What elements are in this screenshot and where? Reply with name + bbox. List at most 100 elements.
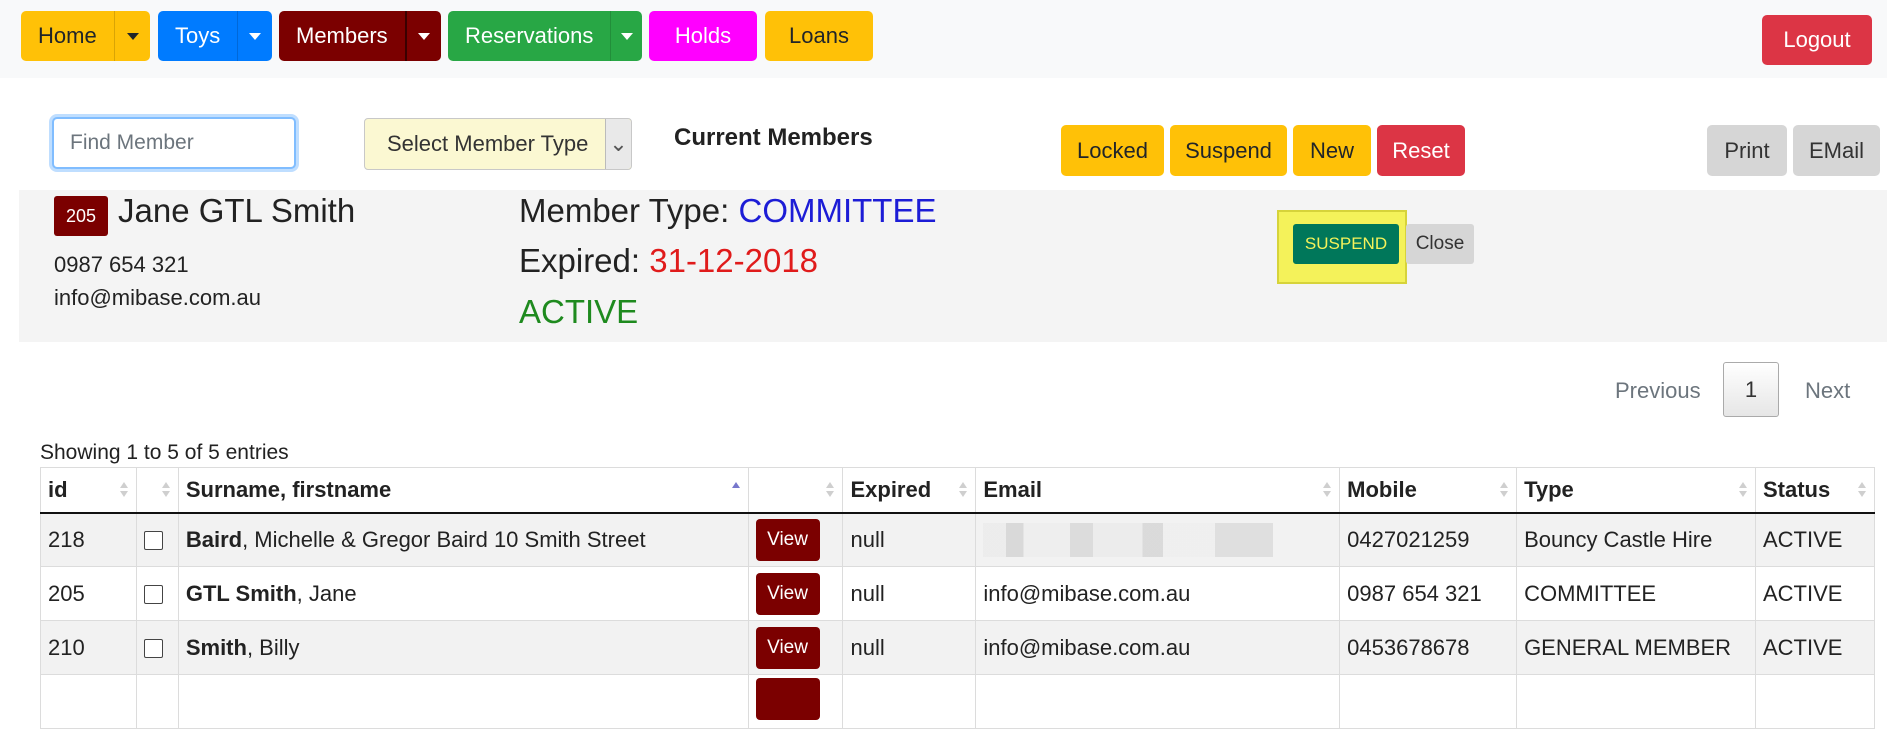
col-header-view[interactable] <box>747 467 844 514</box>
members-table: id Surname, firstname Expired Email Mobi… <box>40 467 1875 729</box>
cell-mobile: 0427021259 <box>1339 512 1518 567</box>
row-checkbox[interactable] <box>143 585 163 605</box>
view-button[interactable]: View <box>755 572 820 615</box>
nav-members-label: Members <box>296 23 388 48</box>
nav-reservations-button[interactable]: Reservations <box>448 11 642 61</box>
chevron-down-icon <box>620 32 633 40</box>
pager-previous[interactable]: Previous <box>1615 378 1701 404</box>
cell-status <box>1755 674 1875 729</box>
logout-button[interactable]: Logout <box>1762 15 1872 65</box>
col-header-expired-label: Expired <box>850 476 932 502</box>
locked-filter-button[interactable]: Locked <box>1061 125 1164 176</box>
member-phone: 0987 654 321 <box>54 252 189 277</box>
close-member-button[interactable]: Close <box>1406 224 1474 264</box>
top-navbar: Home Toys Members Reservations Holds Loa… <box>0 0 1887 78</box>
print-button[interactable]: Print <box>1707 125 1787 176</box>
cell-status: ACTIVE <box>1755 512 1875 567</box>
col-header-expired[interactable]: Expired <box>842 467 977 514</box>
cell-expired: null <box>842 566 977 621</box>
cell-status: ACTIVE <box>1755 566 1875 621</box>
view-button[interactable]: View <box>755 626 820 669</box>
cell-surname: Baird <box>185 526 243 552</box>
col-header-mobile-label: Mobile <box>1347 476 1417 502</box>
nav-holds-label: Holds <box>674 23 732 48</box>
cell-email: info@mibase.com.au <box>975 566 1341 621</box>
cell-name: Smith, Billy <box>177 620 749 675</box>
cell-select <box>135 620 179 675</box>
col-header-select[interactable] <box>135 467 179 514</box>
member-expired-label: Expired: <box>519 242 650 279</box>
nav-toys-dropdown-toggle[interactable] <box>237 11 272 61</box>
cell-name <box>177 674 749 729</box>
table-header-row: id Surname, firstname Expired Email Mobi… <box>40 467 1875 514</box>
cell-email <box>975 674 1341 729</box>
cell-surname: GTL Smith <box>185 580 297 606</box>
cell-id: 218 <box>40 512 137 567</box>
sort-icon <box>1500 481 1509 499</box>
member-type-select-value: Select Member Type <box>387 131 589 156</box>
cell-surname: Smith <box>185 634 247 660</box>
cell-select <box>135 674 179 729</box>
sort-icon <box>1323 481 1332 499</box>
nav-home-dropdown-toggle[interactable] <box>114 11 150 61</box>
nav-members-button[interactable]: Members <box>279 11 441 61</box>
redacted-email <box>983 522 1274 557</box>
cell-select <box>135 512 179 567</box>
cell-type: GENERAL MEMBER <box>1516 620 1756 675</box>
cell-firstname: , Michelle & Gregor Baird 10 Smith Stree… <box>242 526 646 552</box>
suspend-filter-button[interactable]: Suspend <box>1170 125 1287 176</box>
cell-name: Baird, Michelle & Gregor Baird 10 Smith … <box>177 512 749 567</box>
sort-icon <box>161 481 170 499</box>
sort-icon <box>119 481 128 499</box>
nav-loans-button[interactable]: Loans <box>765 11 873 61</box>
reset-button[interactable]: Reset <box>1377 125 1465 176</box>
cell-expired <box>842 674 977 729</box>
row-checkbox[interactable] <box>143 531 163 551</box>
cell-status: ACTIVE <box>1755 620 1875 675</box>
cell-firstname: , Billy <box>246 634 300 660</box>
nav-toys-label: Toys <box>175 23 221 48</box>
cell-type: Bouncy Castle Hire <box>1516 512 1756 567</box>
new-filter-button[interactable]: New <box>1293 125 1371 176</box>
view-button[interactable]: View <box>755 518 820 561</box>
col-header-mobile[interactable]: Mobile <box>1339 467 1518 514</box>
nav-reservations-dropdown-toggle[interactable] <box>610 11 642 61</box>
nav-members-dropdown-toggle[interactable] <box>405 11 441 61</box>
member-status: ACTIVE <box>519 293 639 330</box>
member-expired: Expired: 31-12-2018 <box>519 242 818 280</box>
page-title: Current Members <box>674 124 873 151</box>
pager-next[interactable]: Next <box>1805 378 1850 404</box>
nav-home-button[interactable]: Home <box>21 11 150 61</box>
cell-email: info@mibase.com.au <box>975 620 1341 675</box>
table-row: 218 Baird, Michelle & Gregor Baird 10 Sm… <box>40 512 1875 567</box>
nav-toys-button[interactable]: Toys <box>158 11 272 61</box>
row-checkbox[interactable] <box>143 639 163 659</box>
sort-icon <box>959 481 968 499</box>
col-header-status[interactable]: Status <box>1755 467 1875 514</box>
chevron-down-icon[interactable]: ⌄ <box>605 119 631 169</box>
pager-page-1[interactable]: 1 <box>1723 362 1779 417</box>
col-header-email[interactable]: Email <box>975 467 1341 514</box>
col-header-name[interactable]: Surname, firstname <box>177 467 749 514</box>
nav-home-label: Home <box>38 23 97 48</box>
cell-firstname: , Jane <box>296 580 357 606</box>
cell-id: 205 <box>40 566 137 621</box>
table-row: 210 Smith, Billy View null info@mibase.c… <box>40 620 1875 675</box>
suspend-member-button[interactable]: SUSPEND <box>1293 224 1399 264</box>
col-header-type[interactable]: Type <box>1516 467 1756 514</box>
chevron-down-icon <box>249 32 262 40</box>
member-type-select[interactable]: Select Member Type ⌄ <box>364 118 632 170</box>
email-button[interactable]: EMail <box>1793 125 1880 176</box>
nav-holds-button[interactable]: Holds <box>649 11 757 61</box>
cell-expired: null <box>842 512 977 567</box>
cell-email <box>975 512 1341 567</box>
nav-reservations-label: Reservations <box>465 23 594 48</box>
find-member-input[interactable] <box>52 117 296 169</box>
cell-select <box>135 566 179 621</box>
sort-icon <box>1739 481 1747 499</box>
col-header-id[interactable]: id <box>40 467 137 514</box>
cell-view: View <box>747 620 844 675</box>
sort-icon <box>1858 481 1866 499</box>
cell-name: GTL Smith, Jane <box>177 566 749 621</box>
col-header-status-label: Status <box>1763 476 1831 502</box>
